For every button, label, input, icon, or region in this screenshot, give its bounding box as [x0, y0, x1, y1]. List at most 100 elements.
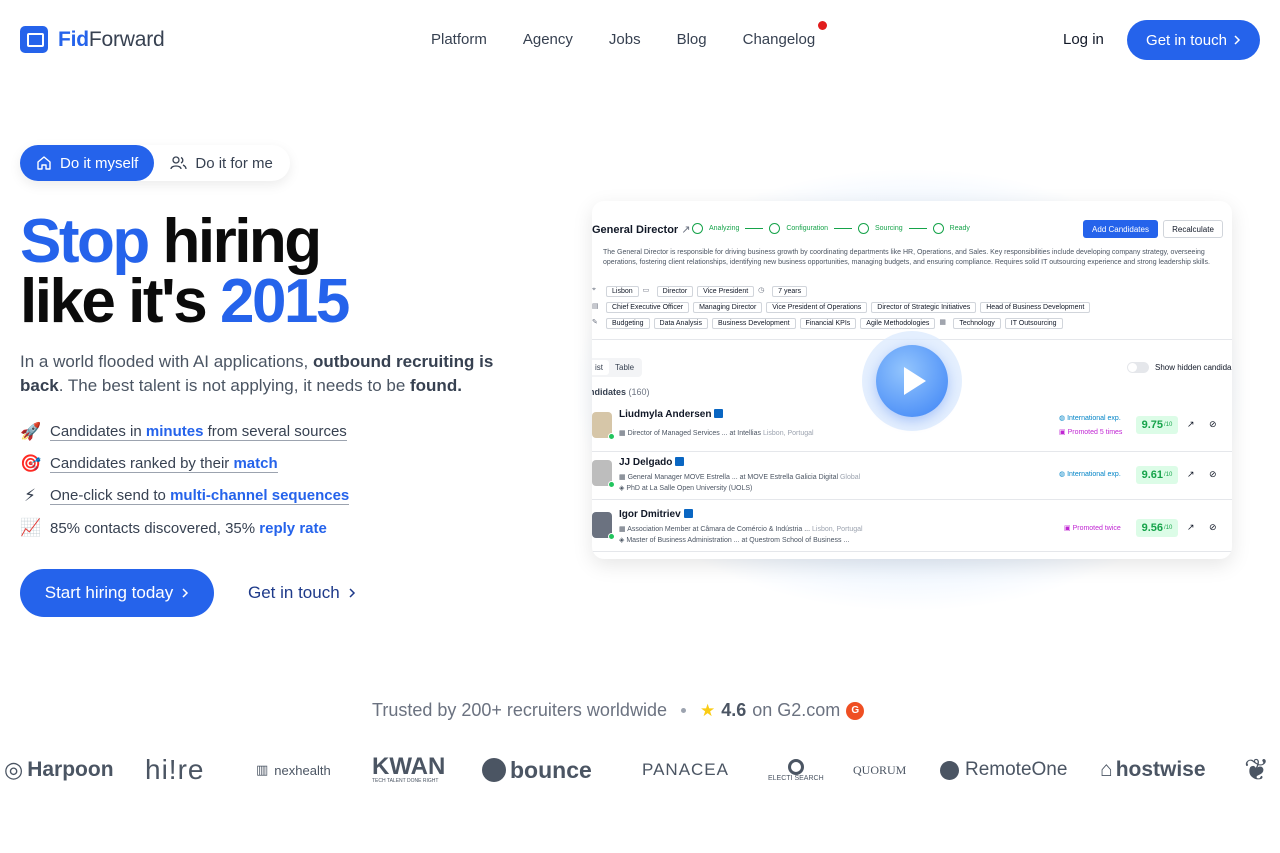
- house-logo-icon: ⌂: [1100, 758, 1113, 781]
- get-in-touch-button[interactable]: Get in touch: [1127, 20, 1260, 60]
- logo-bounce: bounce: [482, 752, 592, 788]
- chevron-right-icon: [1234, 35, 1240, 45]
- brand-logo[interactable]: FidForward: [20, 26, 165, 53]
- hide-eye-icon[interactable]: ⊘: [1209, 419, 1217, 430]
- badge-text: International exp.: [1067, 415, 1121, 422]
- id-card-icon: ▤: [592, 303, 599, 310]
- step-label: Ready: [949, 225, 970, 232]
- feature-text: One-click send to multi-channel sequence…: [50, 487, 350, 505]
- show-hidden-toggle[interactable]: Show hidden candida: [1127, 362, 1232, 373]
- tools-icon: ✎: [592, 319, 598, 326]
- brand-name: FidForward: [58, 27, 165, 51]
- check-circle-icon: [769, 223, 781, 234]
- feature-pre: One-click send to: [50, 487, 171, 504]
- logo-panacea: PANACEA: [642, 760, 729, 779]
- external-link-icon[interactable]: ↗: [1187, 419, 1195, 430]
- tag: Budgeting: [606, 318, 650, 329]
- tag: Vice President: [697, 286, 755, 297]
- chevron-right-icon: [349, 588, 355, 598]
- hide-eye-icon[interactable]: ⊘: [1209, 469, 1217, 480]
- badge-promoted: ▣ Promoted twice: [1064, 525, 1121, 532]
- candidate-education: ◈ Master of Business Administration ... …: [619, 537, 850, 544]
- tag: Business Development: [711, 318, 796, 329]
- candidate-name: Liudmyla Andersen: [619, 409, 724, 420]
- location-text: Lisbon, Portugal: [812, 526, 863, 533]
- toggle-inactive-label: Do it for me: [195, 154, 273, 172]
- recalculate-button[interactable]: Recalculate: [1163, 220, 1223, 238]
- hero-headline: Stop hiring like it's 2015: [20, 211, 350, 333]
- score-value: 9.61: [1141, 469, 1164, 481]
- logo-kwan: KWAN TECH TALENT DONE RIGHT: [372, 752, 445, 788]
- add-candidates-button[interactable]: Add Candidates: [1083, 220, 1158, 238]
- online-dot: [608, 481, 615, 488]
- avatar: [592, 460, 615, 488]
- start-hiring-button[interactable]: Start hiring today: [20, 569, 214, 617]
- candidates-count: (160): [628, 387, 650, 397]
- feature-text: Candidates in minutes from several sourc…: [50, 423, 347, 441]
- star-icon: ★: [699, 700, 716, 720]
- feature-text: Candidates ranked by their match: [50, 455, 278, 473]
- score-value: 9.75: [1141, 419, 1164, 431]
- logo-text: nexhealth: [274, 762, 331, 778]
- nav-link-jobs[interactable]: Jobs: [609, 31, 641, 48]
- tag: Lisbon: [606, 286, 639, 297]
- logo-text: hostwise: [1115, 758, 1206, 781]
- remoteone-logo-icon: [940, 760, 959, 780]
- lightning-icon: ⚡: [24, 486, 36, 505]
- match-score: 9.75/10: [1136, 416, 1178, 434]
- building-icon: ▦: [939, 319, 946, 326]
- toggle-switch[interactable]: [1127, 362, 1149, 373]
- play-video-button[interactable]: [876, 345, 948, 417]
- feature-item: 🚀 Candidates in minutes from several sou…: [20, 416, 349, 448]
- new-indicator-dot: [818, 21, 828, 30]
- location-text: Lisbon, Portugal: [762, 430, 814, 437]
- linkedin-icon[interactable]: [683, 509, 693, 518]
- tags-location-level: ⌖ Lisbon ▭ Director Vice President ◷ 7 y…: [592, 286, 808, 297]
- nav-link-platform[interactable]: Platform: [431, 31, 487, 48]
- briefcase-icon: ▭: [642, 287, 650, 294]
- logo-hire: hi!re: [145, 754, 205, 785]
- feature-list: 🚀 Candidates in minutes from several sou…: [20, 416, 350, 544]
- candidate-row[interactable]: JJ Delgado ▦ General Manager MOVE Estrel…: [592, 452, 1232, 500]
- feature-pre: 85% contacts discovered, 35%: [50, 519, 260, 537]
- feature-item: ⚡ One-click send to multi-channel sequen…: [20, 480, 350, 512]
- view-tab-list[interactable]: ist: [592, 360, 609, 375]
- location-text: Global: [839, 474, 861, 481]
- view-tab-table[interactable]: Table: [609, 360, 640, 375]
- external-link-icon[interactable]: ↗: [1187, 522, 1195, 533]
- candidate-row[interactable]: Igor Dmitriev ▦ Association Member at Câ…: [592, 504, 1232, 552]
- view-switcher: ist Table: [592, 358, 643, 377]
- nav-link-agency[interactable]: Agency: [523, 31, 573, 48]
- nexhealth-logo-icon: ▥: [256, 762, 269, 777]
- g2-rating[interactable]: ★ 4.6 on G2.com G: [699, 700, 865, 721]
- tag: Chief Executive Officer: [606, 302, 690, 313]
- match-score: 9.61/10: [1136, 466, 1178, 484]
- linkedin-icon[interactable]: [714, 409, 724, 418]
- get-in-touch-link[interactable]: Get in touch: [248, 583, 356, 603]
- chart-up-icon: 📈: [20, 518, 42, 537]
- get-in-touch-label: Get in touch: [1146, 31, 1227, 49]
- feature-highlight: reply rate: [259, 519, 327, 537]
- linkedin-icon[interactable]: [675, 457, 685, 466]
- feature-pre: Candidates ranked by their: [50, 455, 234, 472]
- login-link[interactable]: Log in: [1063, 31, 1104, 48]
- candidate-position: ▦ Association Member at Câmara de Comérc…: [619, 526, 863, 533]
- nav-link-blog[interactable]: Blog: [677, 31, 707, 48]
- hide-eye-icon[interactable]: ⊘: [1209, 522, 1217, 533]
- external-link-icon[interactable]: ↗: [1187, 469, 1195, 480]
- tag: Technology: [953, 318, 1001, 329]
- get-in-touch-link-label: Get in touch: [248, 583, 340, 602]
- feature-text: 85% contacts discovered, 35% reply rate: [50, 520, 327, 537]
- tags-titles: ▤ Chief Executive Officer Managing Direc…: [592, 302, 1091, 313]
- toggle-do-it-for-me[interactable]: Do it for me: [154, 155, 289, 172]
- trust-text: Trusted by 200+ recruiters worldwide: [372, 700, 667, 720]
- rating-source: on G2.com: [752, 700, 841, 720]
- logo-electi-search: ELECTI SEARCH: [768, 752, 824, 788]
- nav-link-changelog[interactable]: Changelog: [743, 21, 828, 48]
- toggle-do-it-myself[interactable]: Do it myself: [20, 145, 155, 181]
- position-text: General Manager MOVE Estrella ... at MOV…: [627, 474, 839, 481]
- subtitle-part-4: found.: [410, 376, 462, 395]
- home-icon: [37, 156, 51, 170]
- check-circle-icon: [858, 223, 869, 234]
- subtitle-part-3: . The best talent is not applying, it ne…: [58, 376, 410, 395]
